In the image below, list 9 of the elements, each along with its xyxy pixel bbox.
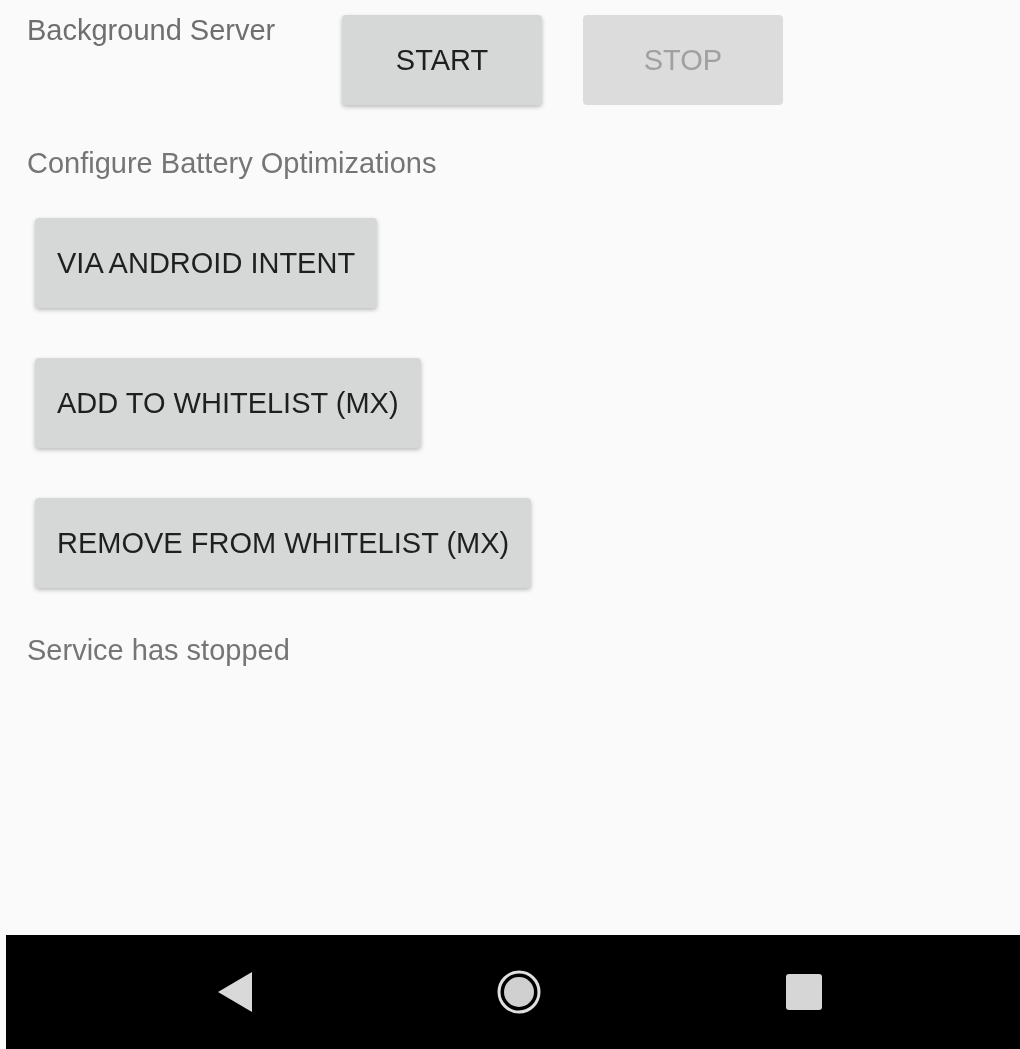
section-title: Configure Battery Optimizations: [27, 147, 438, 180]
home-icon[interactable]: [496, 969, 542, 1015]
server-label: Background Server: [27, 13, 277, 48]
back-icon[interactable]: [218, 972, 252, 1012]
action-button[interactable]: ADD TO WHITELIST (MX): [35, 358, 421, 448]
server-button[interactable]: START: [342, 15, 542, 105]
action-button[interactable]: VIA ANDROID INTENT: [35, 218, 378, 308]
status-text: Service has stopped: [27, 634, 291, 667]
action-button[interactable]: REMOVE FROM WHITELIST (MX): [35, 498, 532, 588]
